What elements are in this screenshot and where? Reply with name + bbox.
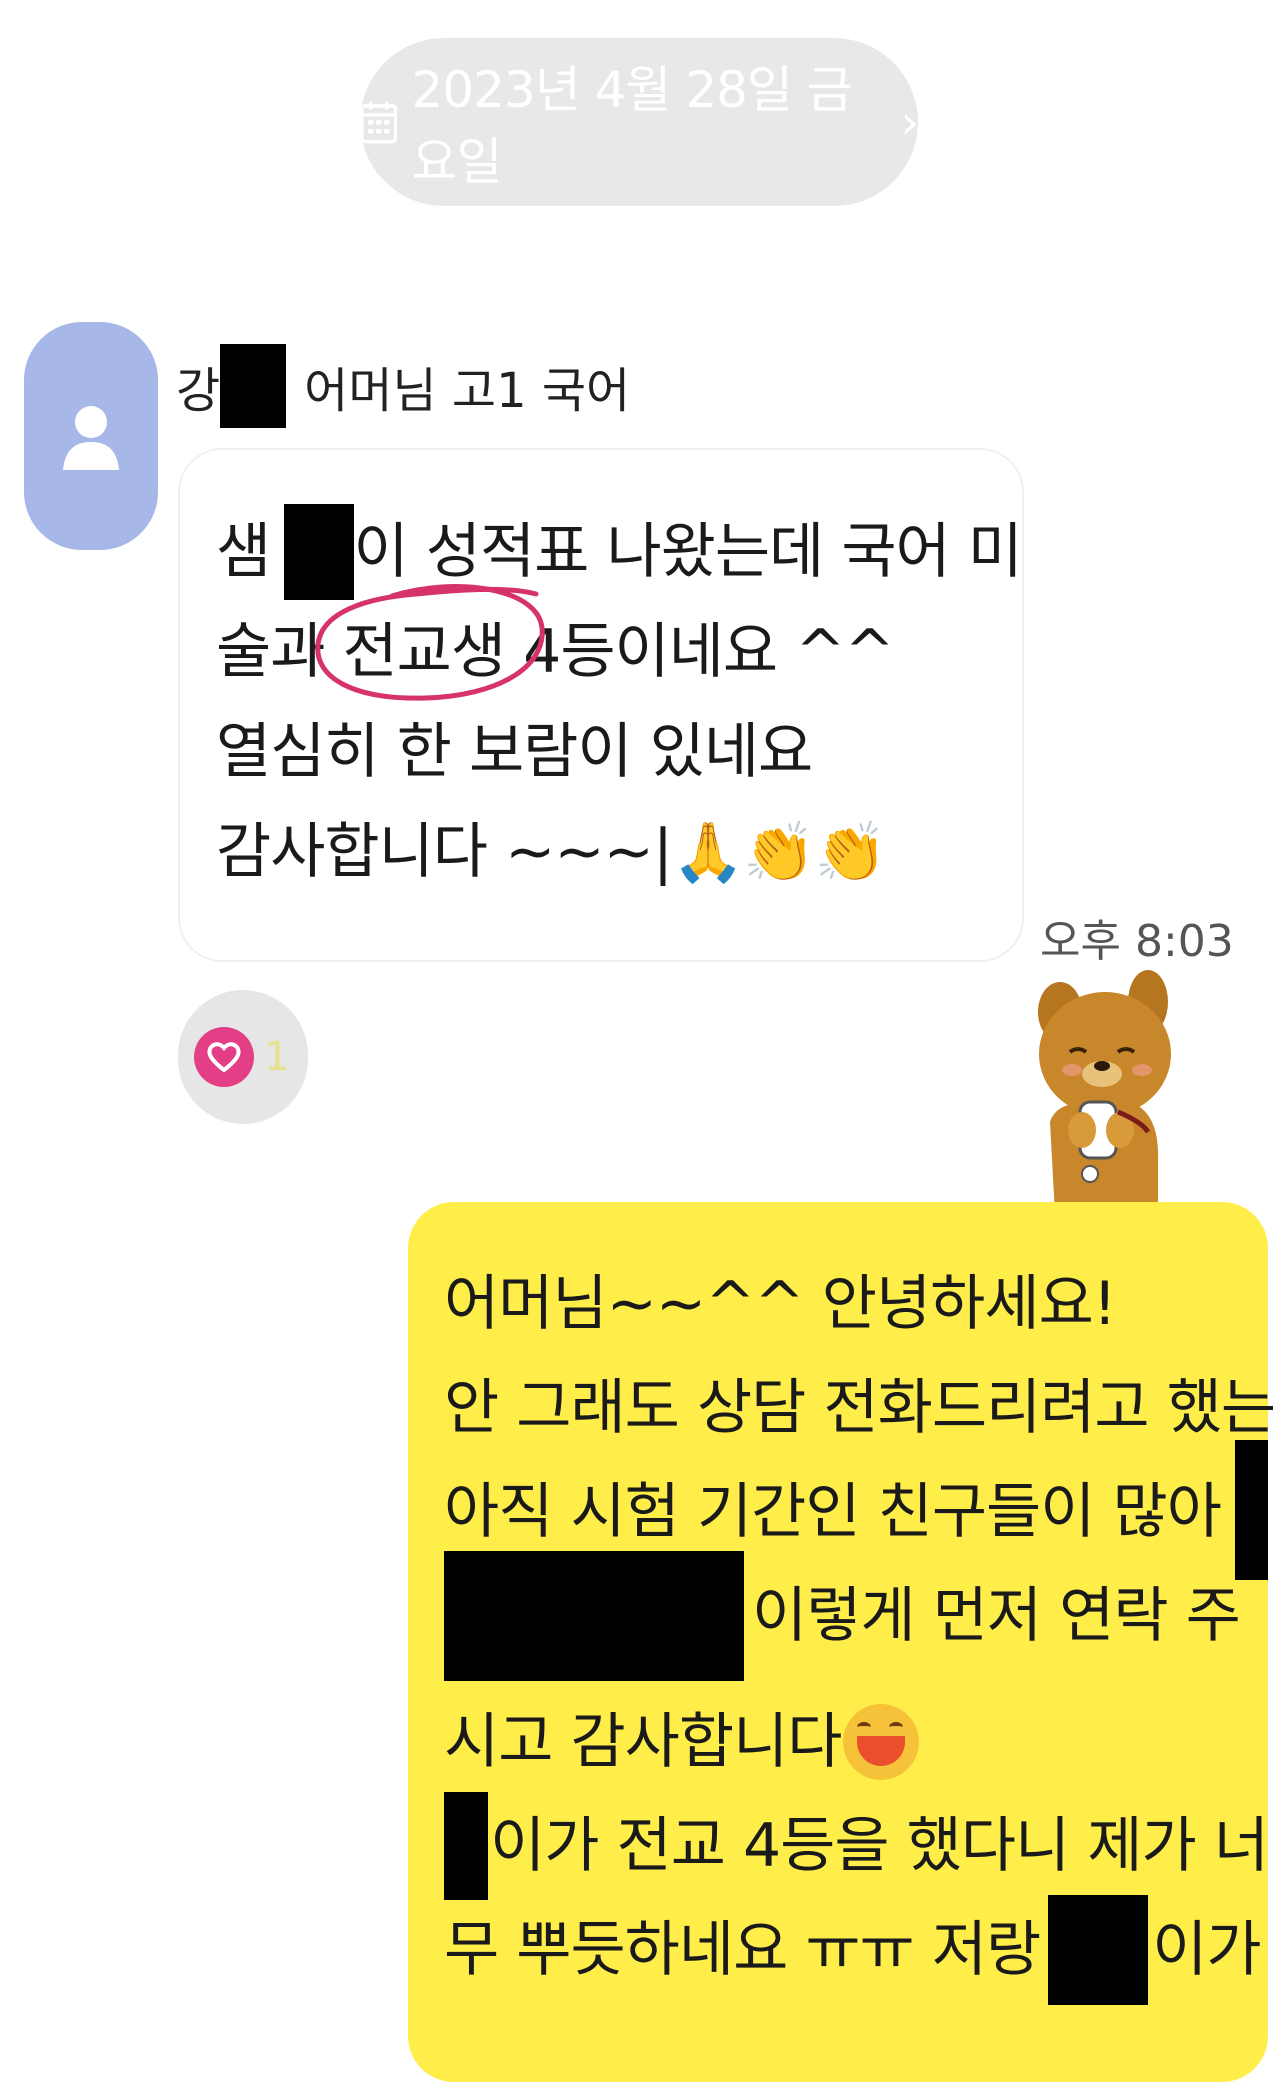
redaction-block xyxy=(1048,1895,1149,2005)
reaction-count: 1 xyxy=(264,1034,290,1080)
chevron-right-icon: › xyxy=(900,95,919,149)
redaction-block xyxy=(284,504,354,600)
redaction-block xyxy=(444,1551,744,1681)
calendar-icon xyxy=(360,101,398,144)
date-label: 2023년 4월 28일 금요일 xyxy=(411,61,852,191)
heart-icon xyxy=(194,1027,254,1087)
redaction-block xyxy=(444,1792,489,1900)
bear-sticker xyxy=(1038,970,1171,1232)
laughing-emoji xyxy=(843,1704,920,1780)
redaction-block xyxy=(1234,1440,1268,1580)
message-text: 아직 시험 기간인 친구들이 많아 xyxy=(444,1477,1222,1547)
message-line: 안 그래도 상담 전화드리려고 했는데 xyxy=(444,1373,1280,1443)
message-text: 샘 xyxy=(216,517,271,587)
message-line: 무 뿌듯하네요 ㅠㅠ 저랑 이가 xyxy=(444,1895,1268,2005)
message-text: 이가 xyxy=(1152,1915,1261,1985)
outgoing-message-bubble[interactable]: 어머님~~^^ 안녕하세요! 안 그래도 상담 전화드리려고 했는데 아직 시험… xyxy=(408,1202,1280,2082)
date-divider[interactable]: 2023년 4월 28일 금요일 › xyxy=(360,38,919,206)
incoming-message-bubble[interactable]: 샘 이 성적표 나왔는데 국어 미 술과 전교생 4등이네요 ^^ 열심히 한 … xyxy=(178,448,1024,962)
message-text: 시고 감사합니다 xyxy=(444,1707,842,1777)
pray-clap-emoji: 🙏👏👏 xyxy=(672,818,887,886)
sender-name: 강 어머님 고1 국어 xyxy=(176,344,630,428)
message-line: 어머님~~^^ 안녕하세요! xyxy=(444,1269,1117,1339)
message-line: 샘 이 성적표 나왔는데 국어 미 xyxy=(216,502,1023,602)
sender-name-suffix: 어머님 고1 국어 xyxy=(304,363,631,419)
message-line: 열심히 한 보람이 있네요 xyxy=(216,717,813,787)
redaction-block xyxy=(220,344,287,428)
sender-avatar[interactable] xyxy=(24,322,158,550)
message-line: 시고 감사합니다 xyxy=(444,1690,1268,1794)
message-text: 감사합니다 ~~~| xyxy=(216,817,673,887)
person-icon xyxy=(63,406,119,470)
message-text: 이 성적표 나왔는데 국어 미 xyxy=(353,517,1023,587)
reaction-chip[interactable]: 1 xyxy=(178,990,308,1124)
sender-name-prefix: 강 xyxy=(176,363,221,419)
message-text: 이가 전교 4등을 했다니 제가 너 xyxy=(490,1811,1269,1881)
message-line: 술과 전교생 4등이네요 ^^ xyxy=(216,617,895,687)
message-line: 감사합니다 ~~~| 🙏👏👏 xyxy=(216,802,1022,902)
message-line: 이렇게 먼저 연락 주 xyxy=(444,1551,1268,1681)
message-text: 무 뿌듯하네요 ㅠㅠ 저랑 xyxy=(444,1915,1041,1985)
message-line: 이가 전교 4등을 했다니 제가 너 xyxy=(444,1792,1269,1900)
message-timestamp: 오후 8:03 xyxy=(1040,916,1234,967)
message-text: 이렇게 먼저 연락 주 xyxy=(752,1581,1241,1651)
message-line: 아직 시험 기간인 친구들이 많아 xyxy=(444,1440,1268,1580)
